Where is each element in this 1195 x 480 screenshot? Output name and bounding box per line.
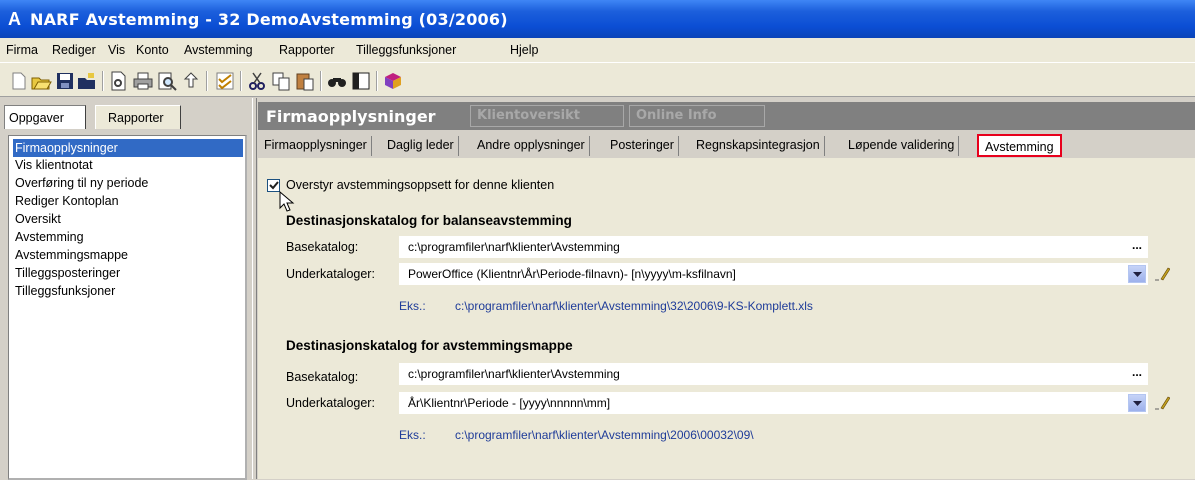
task-tilleggsfunksjoner[interactable]: Tilleggsfunksjoner	[13, 282, 243, 300]
section-folder-title: Destinasjonskatalog for avstemmingsmappe	[286, 338, 573, 353]
toolbar-separator	[376, 71, 378, 91]
subtab-andre-opplysninger[interactable]: Andre opplysninger	[473, 136, 590, 156]
subtab-regnskapsintegrasjon[interactable]: Regnskapsintegrasjon	[692, 136, 825, 156]
subtab-bar: Firmaopplysninger Daglig leder Andre opp…	[258, 134, 1195, 158]
browse-button-2[interactable]: ...	[1127, 364, 1147, 384]
base-label-1: Basekatalog:	[286, 240, 359, 254]
checkmark-icon	[269, 181, 279, 190]
preview-icon[interactable]	[156, 70, 178, 92]
dropdown-arrow-2[interactable]	[1128, 394, 1146, 412]
base-directory-field-2[interactable]: c:\programfiler\narf\klienter\Avstemming	[399, 363, 1148, 385]
print-preview-icon[interactable]	[108, 70, 130, 92]
subtab-firmaopplysninger[interactable]: Firmaopplysninger	[260, 136, 372, 156]
menu-bar: Firma Rediger Vis Konto Avstemming Rappo…	[0, 38, 1195, 63]
subtab-daglig-leder[interactable]: Daglig leder	[383, 136, 459, 156]
toolbar-separator	[320, 71, 322, 91]
edit-pencil-icon[interactable]	[1152, 265, 1171, 283]
application-window: A NARF Avstemming - 32 DemoAvstemming (0…	[0, 0, 1195, 480]
sub-label-1: Underkataloger:	[286, 267, 375, 281]
toolbar-separator	[240, 71, 242, 91]
task-rediger-kontoplan[interactable]: Rediger Kontoplan	[13, 192, 243, 210]
dropdown-arrow-1[interactable]	[1128, 265, 1146, 283]
sub-label-2: Underkataloger:	[286, 396, 375, 410]
task-firmaopplysninger[interactable]: Firmaopplysninger	[13, 139, 243, 157]
save-icon[interactable]	[54, 70, 76, 92]
menu-hjelp[interactable]: Hjelp	[510, 43, 539, 57]
subtab-lopende-validering[interactable]: Løpende validering	[844, 136, 960, 156]
menu-konto[interactable]: Konto	[136, 43, 169, 57]
avstemming-panel: Overstyr avstemmingsoppsett for denne kl…	[258, 158, 1195, 479]
example-label-1: Eks.:	[399, 299, 426, 313]
tab-klientoversikt[interactable]: Klientoversikt	[470, 105, 624, 127]
task-avstemming[interactable]: Avstemming	[13, 228, 243, 246]
task-oversikt[interactable]: Oversikt	[13, 210, 243, 228]
toolbar-separator	[102, 71, 104, 91]
toolbar-separator	[206, 71, 208, 91]
chevron-down-icon	[1133, 401, 1142, 406]
find-icon[interactable]	[326, 70, 348, 92]
open-folder-icon[interactable]	[76, 70, 98, 92]
example-path-1: c:\programfiler\narf\klienter\Avstemming…	[455, 299, 813, 313]
right-pane: Firmaopplysninger Klientoversikt Online …	[258, 98, 1195, 479]
toolbar	[0, 63, 1195, 97]
task-vis-klientnotat[interactable]: Vis klientnotat	[13, 156, 243, 174]
example-label-2: Eks.:	[399, 428, 426, 442]
check-icon[interactable]	[214, 70, 236, 92]
task-avstemmingsmappe[interactable]: Avstemmingsmappe	[13, 246, 243, 264]
example-path-2: c:\programfiler\narf\klienter\Avstemming…	[455, 428, 754, 442]
cut-icon[interactable]	[246, 70, 268, 92]
view-icon[interactable]	[350, 70, 372, 92]
menu-tilleggsfunksjoner[interactable]: Tilleggsfunksjoner	[356, 43, 456, 57]
print-icon[interactable]	[132, 70, 154, 92]
new-icon[interactable]	[8, 70, 30, 92]
base-directory-field-1[interactable]: c:\programfiler\narf\klienter\Avstemming	[399, 236, 1148, 258]
task-overforing[interactable]: Overføring til ny periode	[13, 174, 243, 192]
export-icon[interactable]	[180, 70, 202, 92]
chevron-down-icon	[1133, 272, 1142, 277]
window-title: NARF Avstemming - 32 DemoAvstemming (03/…	[30, 10, 508, 29]
pane-splitter[interactable]	[252, 98, 257, 479]
subtab-avstemming[interactable]: Avstemming	[977, 134, 1062, 157]
menu-firma[interactable]: Firma	[6, 43, 38, 57]
help-book-icon[interactable]	[382, 70, 404, 92]
open-icon[interactable]	[30, 70, 52, 92]
subdirectory-select-1[interactable]: PowerOffice (Klientnr\År\Periode-filnavn…	[399, 263, 1148, 285]
menu-avstemming[interactable]: Avstemming	[184, 43, 253, 57]
mouse-cursor-icon	[279, 191, 295, 212]
menu-rediger[interactable]: Rediger	[52, 43, 96, 57]
header-strip: Firmaopplysninger Klientoversikt Online …	[258, 102, 1195, 130]
menu-rapporter[interactable]: Rapporter	[279, 43, 335, 57]
left-pane: Oppgaver Rapporter Firmaopplysninger Vis…	[0, 98, 252, 480]
task-tilleggsposteringer[interactable]: Tilleggsposteringer	[13, 264, 243, 282]
edit-pencil-icon[interactable]	[1152, 394, 1171, 412]
paste-icon[interactable]	[294, 70, 316, 92]
override-label: Overstyr avstemmingsoppsett for denne kl…	[286, 178, 555, 192]
base-label-2: Basekatalog:	[286, 370, 359, 384]
menu-vis[interactable]: Vis	[108, 43, 125, 57]
page-title: Firmaopplysninger	[266, 107, 436, 126]
subdirectory-select-2[interactable]: År\Klientnr\Periode - [yyyy\nnnnn\mm]	[399, 392, 1148, 414]
tab-online-info[interactable]: Online Info	[629, 105, 765, 127]
browse-button-1[interactable]: ...	[1127, 237, 1147, 257]
tab-rapporter[interactable]: Rapporter	[95, 105, 181, 129]
tab-oppgaver[interactable]: Oppgaver	[4, 105, 86, 129]
copy-icon[interactable]	[270, 70, 292, 92]
task-list: Firmaopplysninger Vis klientnotat Overfø…	[8, 135, 247, 480]
app-logo-icon: A	[8, 9, 21, 29]
title-bar[interactable]: A NARF Avstemming - 32 DemoAvstemming (0…	[0, 0, 1195, 38]
section-balance-title: Destinasjonskatalog for balanseavstemmin…	[286, 213, 572, 228]
subtab-posteringer[interactable]: Posteringer	[606, 136, 679, 156]
